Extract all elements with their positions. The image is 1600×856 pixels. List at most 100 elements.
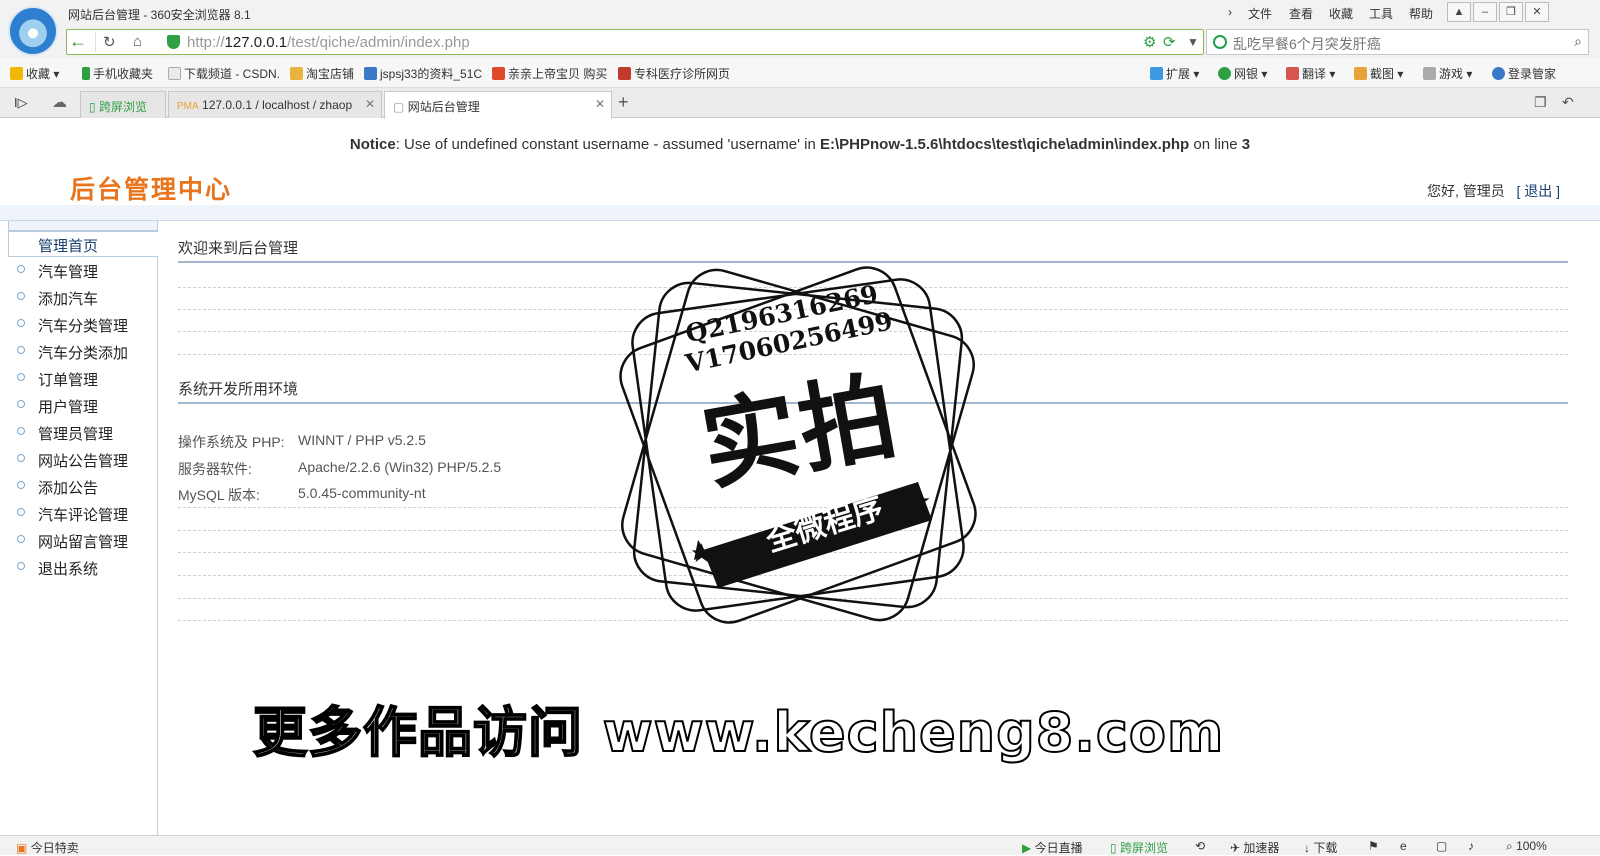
chevron-right-icon[interactable]: › [1228,5,1232,19]
window-title: 网站后台管理 - 360安全浏览器 8.1 [68,8,251,22]
phone-icon: ▯ [89,100,96,114]
site-icon [618,67,631,80]
sidebar-item-reviews[interactable]: 汽车评论管理 [0,501,158,527]
daily-deals-button[interactable]: ▣ 今日特卖 [16,839,79,856]
chevron-down-icon[interactable]: ▼ [1187,35,1199,49]
compat-icon[interactable]: ⟳ [1163,33,1176,51]
extensions-button[interactable]: 扩展 ▾ [1150,65,1199,82]
back-arrow-icon[interactable]: ← [69,32,93,52]
yen-icon [1218,67,1231,80]
shield-icon [167,35,180,49]
sync-icon[interactable]: ⟲ [1195,839,1205,853]
games-button[interactable]: 游戏 ▾ [1423,65,1472,82]
sidebar-toggle-icon[interactable]: I▷ [14,95,28,111]
translate-button[interactable]: 翻译 ▾ [1286,65,1335,82]
restore-tabs-icon[interactable]: ❐ [1534,94,1547,111]
bullet-icon [17,427,25,435]
bookmark-favorites[interactable]: 收藏 ▾ [10,65,59,82]
close-tab-icon[interactable]: ✕ [365,97,375,111]
sidebar-item-category-manage[interactable]: 汽车分类管理 [0,312,158,338]
home-icon[interactable]: ⌂ [133,33,142,50]
tab-bar: I▷ ☁ ▯ 跨屏浏览 PMA 127.0.0.1 / localhost / … [0,88,1600,119]
env-title: 系统开发所用环境 [178,381,299,398]
tab-phpmyadmin[interactable]: PMA 127.0.0.1 / localhost / zhaop ✕ [168,91,382,118]
minimize-icon[interactable]: – [1473,2,1497,22]
close-tab-icon[interactable]: ✕ [595,97,605,111]
search-box[interactable]: 乱吃早餐6个月突发肝癌 ⌕ [1206,29,1589,55]
menu-help[interactable]: 帮助 [1409,5,1433,22]
bookmark-csdn[interactable]: 下载频道 - CSDN. [168,65,280,82]
translate-icon [1286,67,1299,80]
bullet-icon [17,346,25,354]
logout-link[interactable]: [ 退出 ] [1516,183,1560,199]
svg-text:★: ★ [908,486,931,516]
bullet-icon [17,265,25,273]
phone-icon [82,67,90,80]
bookmarks-bar: 收藏 ▾ 手机收藏夹 下载频道 - CSDN. 淘宝店铺 jspsj33的资料_… [0,58,1600,88]
sidebar-item-add-car[interactable]: 添加汽车 [0,285,158,311]
gamepad-icon [1423,67,1436,80]
tab-cross-screen[interactable]: ▯ 跨屏浏览 [80,91,166,118]
url-text[interactable]: http://127.0.0.1/test/qiche/admin/index.… [187,34,470,51]
bullet-icon [17,481,25,489]
key-icon [1492,67,1505,80]
sound-icon[interactable]: ♪ [1468,839,1474,853]
ie-icon[interactable]: e [1400,839,1407,853]
sidebar-item-notices[interactable]: 网站公告管理 [0,447,158,473]
tab-admin[interactable]: ▢ 网站后台管理 ✕ [384,91,612,119]
bookmark-taobao[interactable]: 淘宝店铺 [290,65,354,82]
cloud-icon[interactable]: ☁ [52,93,67,111]
bookmark-mobile[interactable]: 手机收藏夹 [82,65,153,82]
sidebar-item-home[interactable]: 管理首页 [8,231,158,257]
gift-icon[interactable]: ▲ [1447,2,1471,22]
download-button[interactable]: ↓ 下载 [1304,839,1337,856]
bookmark-clinic[interactable]: 专科医疗诊所网页 [618,65,730,82]
sidebar-item-add-notice[interactable]: 添加公告 [0,474,158,500]
sidebar-item-car-manage[interactable]: 汽车管理 [0,258,158,284]
cross-screen-button[interactable]: ▯ 跨屏浏览 [1110,839,1168,856]
sidebar-item-messages[interactable]: 网站留言管理 [0,528,158,554]
menu-view[interactable]: 查看 [1289,5,1313,22]
restore-icon[interactable]: ❐ [1499,2,1523,22]
live-button[interactable]: ▶ 今日直播 [1022,839,1083,856]
shop-icon [492,67,505,80]
bookmark-shop[interactable]: 亲亲上帝宝贝 购买 [492,65,607,82]
bookmark-51c[interactable]: jspsj33的资料_51C [364,65,482,82]
sidebar-item-orders[interactable]: 订单管理 [0,366,158,392]
undo-close-icon[interactable]: ↶ [1562,94,1574,111]
address-bar[interactable]: ← ↻ ⌂ http://127.0.0.1/test/qiche/admin/… [66,29,1204,55]
zoom-level[interactable]: ⌕ 100% [1506,839,1547,854]
bullet-icon [17,319,25,327]
bullet-icon [17,373,25,381]
login-manager-button[interactable]: 登录管家 [1492,65,1556,82]
accelerator-button[interactable]: ✈ 加速器 [1230,839,1279,856]
bullet-icon [17,535,25,543]
flag-icon[interactable]: ⚑ [1368,839,1379,853]
close-icon[interactable]: ✕ [1525,2,1549,22]
rocket-icon: ✈ [1230,841,1241,855]
bullet-icon [17,508,25,516]
refresh-icon[interactable]: ↻ [103,33,116,51]
scissors-icon [1354,67,1367,80]
speed-icon[interactable]: ⚙ [1143,33,1156,51]
folder-icon [290,67,303,80]
menu-favorites[interactable]: 收藏 [1329,5,1353,22]
search-input[interactable]: 乱吃早餐6个月突发肝癌 [1233,34,1381,54]
status-bar: ▣ 今日特卖 ▶ 今日直播 ▯ 跨屏浏览 ⟲ ✈ 加速器 ↓ 下载 ⚑ e ▢ … [0,835,1600,855]
title-bar: 网站后台管理 - 360安全浏览器 8.1 › 文件 查看 收藏 工具 帮助 ▲… [0,0,1600,26]
menu-file[interactable]: 文件 [1248,5,1272,22]
sidebar-item-category-add[interactable]: 汽车分类添加 [0,339,158,365]
svg-text:★: ★ [690,538,713,568]
menu-tools[interactable]: 工具 [1369,5,1393,22]
star-icon [10,67,23,80]
new-tab-icon[interactable]: + [618,92,629,113]
screenshot-button[interactable]: 截图 ▾ [1354,65,1403,82]
search-icon[interactable]: ⌕ [1574,33,1582,50]
bullet-icon [17,292,25,300]
sidebar-item-users[interactable]: 用户管理 [0,393,158,419]
sidebar-item-exit[interactable]: 退出系统 [0,555,158,581]
window-icon[interactable]: ▢ [1436,839,1447,853]
browser-logo [8,6,58,56]
sidebar-item-admins[interactable]: 管理员管理 [0,420,158,446]
ebank-button[interactable]: 网银 ▾ [1218,65,1267,82]
